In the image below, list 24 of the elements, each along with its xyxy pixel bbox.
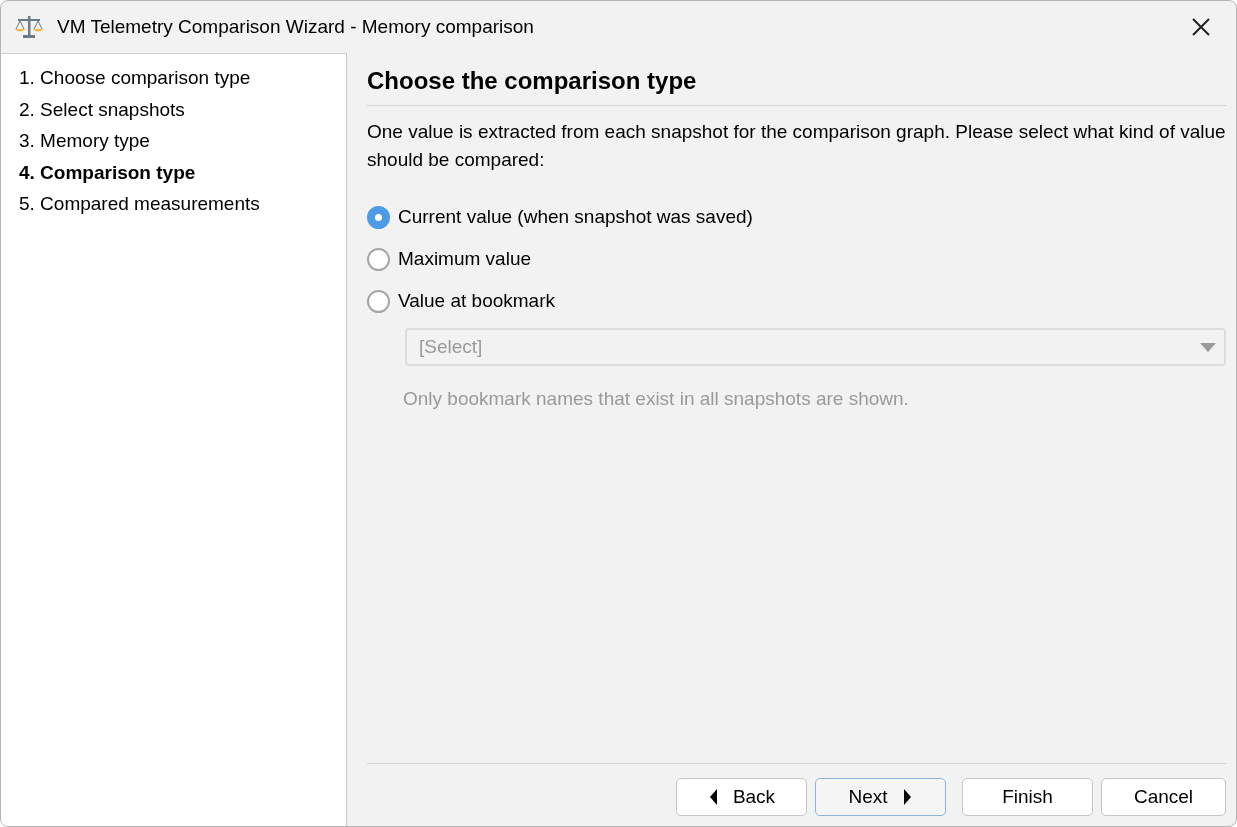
radio-button[interactable] [367, 247, 390, 271]
back-button[interactable]: Back [676, 778, 807, 816]
balance-scale-icon [15, 14, 43, 40]
window-title: VM Telemetry Comparison Wizard - Memory comparison [57, 16, 535, 38]
left-triangle-icon [707, 787, 719, 807]
radio-button[interactable] [367, 289, 390, 313]
dialog-button[interactable]: Cancel [1101, 778, 1226, 816]
right-triangle-icon [901, 787, 913, 807]
radio-button[interactable] [367, 205, 390, 229]
step-item[interactable]: 1. Choose comparison type [19, 66, 328, 90]
radio-label[interactable]: Current value (when snapshot was saved) [398, 206, 753, 228]
radio-label[interactable]: Maximum value [398, 248, 532, 270]
close-icon[interactable] [1190, 16, 1212, 38]
dialog-button[interactable]: Finish [962, 778, 1093, 816]
step-item[interactable]: 2. Select snapshots [19, 97, 328, 121]
next-button[interactable]: Next [815, 778, 946, 816]
description-text: One value is extracted from each snapshot for the comparison graph. Please select what kind of value should be compared: [367, 120, 1226, 172]
hint-text: Only bookmark names that exist in all snapshots are shown. [403, 388, 910, 410]
dropdown-caret-icon [1200, 342, 1216, 352]
step-item[interactable]: 5. Compared measurements [19, 192, 328, 216]
page-heading: Choose the comparison type [367, 67, 1226, 106]
step-item[interactable]: 3. Memory type [19, 129, 328, 153]
radio-label[interactable]: Value at bookmark [398, 290, 555, 312]
step-item[interactable]: 4. Comparison type [19, 160, 328, 184]
